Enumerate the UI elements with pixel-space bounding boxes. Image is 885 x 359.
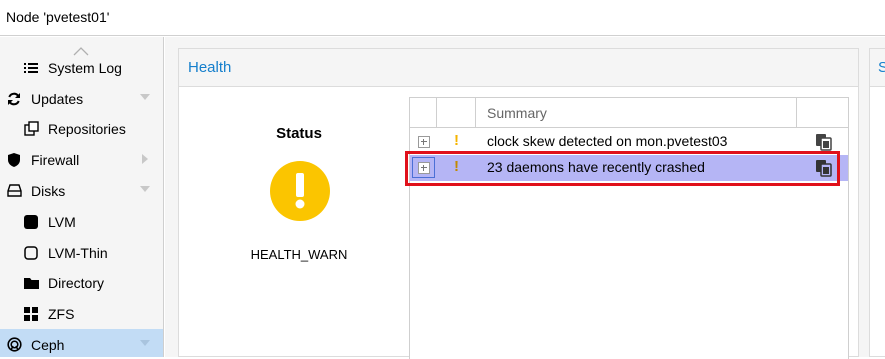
sidebar-item-label: LVM [48,213,76,230]
copy-icon[interactable] [815,133,833,151]
copy-icon[interactable] [815,159,833,177]
square-outline-icon [22,244,40,262]
warning-circle-icon [270,161,330,221]
sidebar-item-label: ZFS [48,305,75,322]
title-bar: Node 'pvetest01' [0,0,885,36]
row-summary: clock skew detected on mon.pvetest03 [487,133,728,149]
repositories-icon [22,120,40,138]
chevron-down-icon[interactable] [140,186,150,192]
sidebar-item-label: System Log [48,59,122,76]
status-heading: Status [276,125,322,142]
health-panel: Health Status HEALTH_WARN Summary ! cloc… [178,48,859,359]
sidebar-item-label: LVM-Thin [48,244,108,261]
panel-title: Health [188,59,232,76]
sidebar-item-label: Directory [48,274,105,291]
table-row[interactable]: ! clock skew detected on mon.pvetest03 [410,129,848,155]
folder-icon [22,274,40,292]
sidebar-item-updates[interactable]: Updates [0,83,163,114]
warning-icon: ! [454,132,459,149]
refresh-icon [5,90,23,108]
chevron-down-icon[interactable] [140,340,150,346]
list-icon [22,59,40,77]
column-header-severity[interactable] [437,98,476,128]
second-panel: S [869,48,885,357]
sidebar-item-ceph[interactable]: Ceph [0,329,163,357]
row-summary: 23 daemons have recently crashed [487,159,705,175]
column-header-summary-label: Summary [487,105,547,121]
grid-header: Summary [410,98,848,128]
content-area: Health Status HEALTH_WARN Summary ! cloc… [165,37,885,359]
expand-row-icon[interactable] [418,136,430,148]
window-title: Node 'pvetest01' [6,9,110,25]
panel-header: S [870,49,885,87]
chevron-down-icon[interactable] [140,94,150,100]
sidebar-item-label: Firewall [31,151,80,168]
health-status-value: HEALTH_WARN [250,247,348,262]
sidebar-item-repositories[interactable]: Repositories [0,113,163,144]
sidebar-item-disks[interactable]: Disks [0,175,163,206]
sidebar-item-label: Repositories [48,120,126,137]
sidebar-item-zfs[interactable]: ZFS [0,298,163,329]
warning-icon: ! [454,158,459,175]
sidebar-item-directory[interactable]: Directory [0,267,163,298]
sidebar-item-firewall[interactable]: Firewall [0,144,163,175]
shield-icon [5,151,23,169]
panel-header: Health [179,49,858,87]
panel-title: S [878,59,885,76]
sidebar-item-lvm-thin[interactable]: LVM-Thin [0,237,163,268]
sidebar[interactable]: System Log Updates Repositories Firewall… [0,37,164,357]
chevron-right-icon[interactable] [142,154,148,164]
sidebar-item-label: Updates [31,90,84,107]
sidebar-item-lvm[interactable]: LVM [0,206,163,237]
disk-icon [5,182,23,200]
health-summary-grid: Summary ! clock skew detected on mon.pve… [409,97,849,359]
column-header-expander[interactable] [410,98,437,128]
sidebar-item-system-log[interactable]: System Log [0,52,163,83]
sidebar-item-label: Disks [31,182,66,199]
grid-icon [22,305,40,323]
expand-row-icon[interactable] [418,162,430,174]
square-solid-icon [22,213,40,231]
ceph-icon [5,336,23,354]
sidebar-item-label: Ceph [31,336,65,353]
table-row[interactable]: ! 23 daemons have recently crashed [410,155,848,181]
